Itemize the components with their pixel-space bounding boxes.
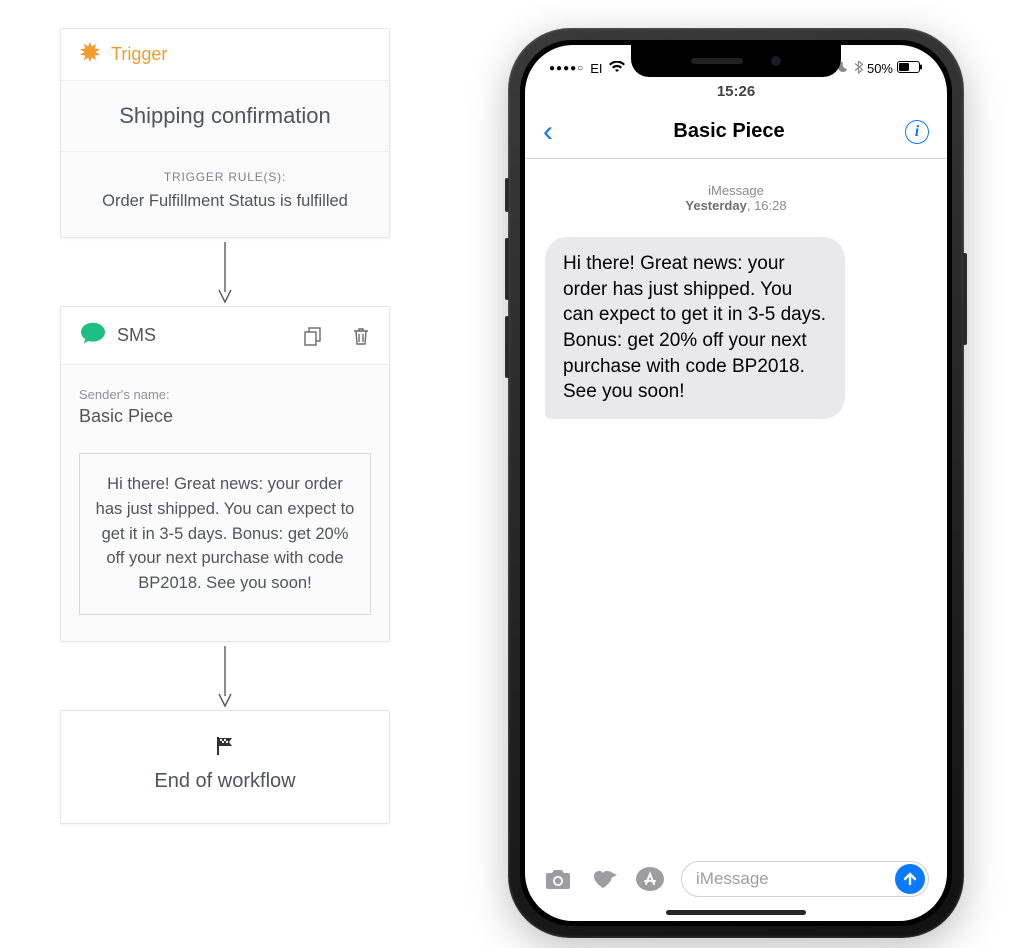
volume-up-button <box>505 238 509 300</box>
thread-timestamp: Yesterday, 16:28 <box>543 198 929 213</box>
trigger-head-label: Trigger <box>111 44 167 65</box>
statusbar-time: 15:26 <box>717 83 755 100</box>
trigger-rules: TRIGGER RULE(S): Order Fulfillment Statu… <box>61 152 389 237</box>
duplicate-button[interactable] <box>303 326 323 346</box>
app-store-icon[interactable] <box>635 864 665 894</box>
messages-navbar: ‹ Basic Piece i <box>525 105 947 159</box>
incoming-message-bubble[interactable]: Hi there! Great news: your order has jus… <box>545 237 845 419</box>
sender-label: Sender's name: <box>79 387 371 402</box>
message-input-bar: iMessage <box>525 855 947 903</box>
bluetooth-icon <box>854 60 863 77</box>
thread-channel-label: iMessage <box>543 183 929 198</box>
sms-head-label: SMS <box>117 325 293 346</box>
volume-down-button <box>505 316 509 378</box>
digital-touch-icon[interactable] <box>589 867 619 891</box>
message-input[interactable]: iMessage <box>681 861 929 897</box>
message-placeholder: iMessage <box>696 869 769 889</box>
back-button[interactable]: ‹ <box>543 117 553 147</box>
phone-mockup: ●●●●○ EI 50% <box>508 28 964 938</box>
burst-icon <box>79 41 101 68</box>
sms-card-body: Sender's name: Basic Piece Hi there! Gre… <box>61 365 389 641</box>
power-button <box>963 253 967 345</box>
info-button[interactable]: i <box>905 120 929 144</box>
trigger-card-header: Trigger <box>61 29 389 81</box>
battery-icon <box>897 61 923 76</box>
mute-switch <box>505 178 509 212</box>
speech-bubble-icon <box>79 321 107 350</box>
sms-card[interactable]: SMS Sender's name: Basic Piece Hi there!… <box>60 306 390 642</box>
connector-arrow <box>215 642 235 710</box>
notch <box>631 45 841 77</box>
home-indicator[interactable] <box>666 910 806 915</box>
connector-arrow <box>215 238 235 306</box>
conversation-title: Basic Piece <box>673 120 784 143</box>
flag-icon <box>71 735 379 762</box>
end-card: End of workflow <box>60 710 390 824</box>
send-button[interactable] <box>895 864 925 894</box>
camera-icon[interactable] <box>543 867 573 891</box>
sender-value: Basic Piece <box>79 406 371 427</box>
signal-dots-icon: ●●●●○ <box>549 63 584 74</box>
trigger-rules-text: Order Fulfillment Status is fulfilled <box>81 192 369 211</box>
trigger-title: Shipping confirmation <box>61 81 389 152</box>
carrier-label: EI <box>590 61 602 76</box>
delete-button[interactable] <box>351 326 371 346</box>
trigger-rules-label: TRIGGER RULE(S): <box>81 170 369 184</box>
battery-pct: 50% <box>867 61 893 76</box>
wifi-icon <box>609 61 625 76</box>
workflow-panel: Trigger Shipping confirmation TRIGGER RU… <box>60 28 390 824</box>
phone-screen: ●●●●○ EI 50% <box>525 45 947 921</box>
sms-card-header: SMS <box>61 307 389 365</box>
conversation-thread[interactable]: iMessage Yesterday, 16:28 Hi there! Grea… <box>525 159 947 847</box>
trigger-card[interactable]: Trigger Shipping confirmation TRIGGER RU… <box>60 28 390 238</box>
sms-message-preview[interactable]: Hi there! Great news: your order has jus… <box>79 453 371 615</box>
end-label: End of workflow <box>71 770 379 793</box>
